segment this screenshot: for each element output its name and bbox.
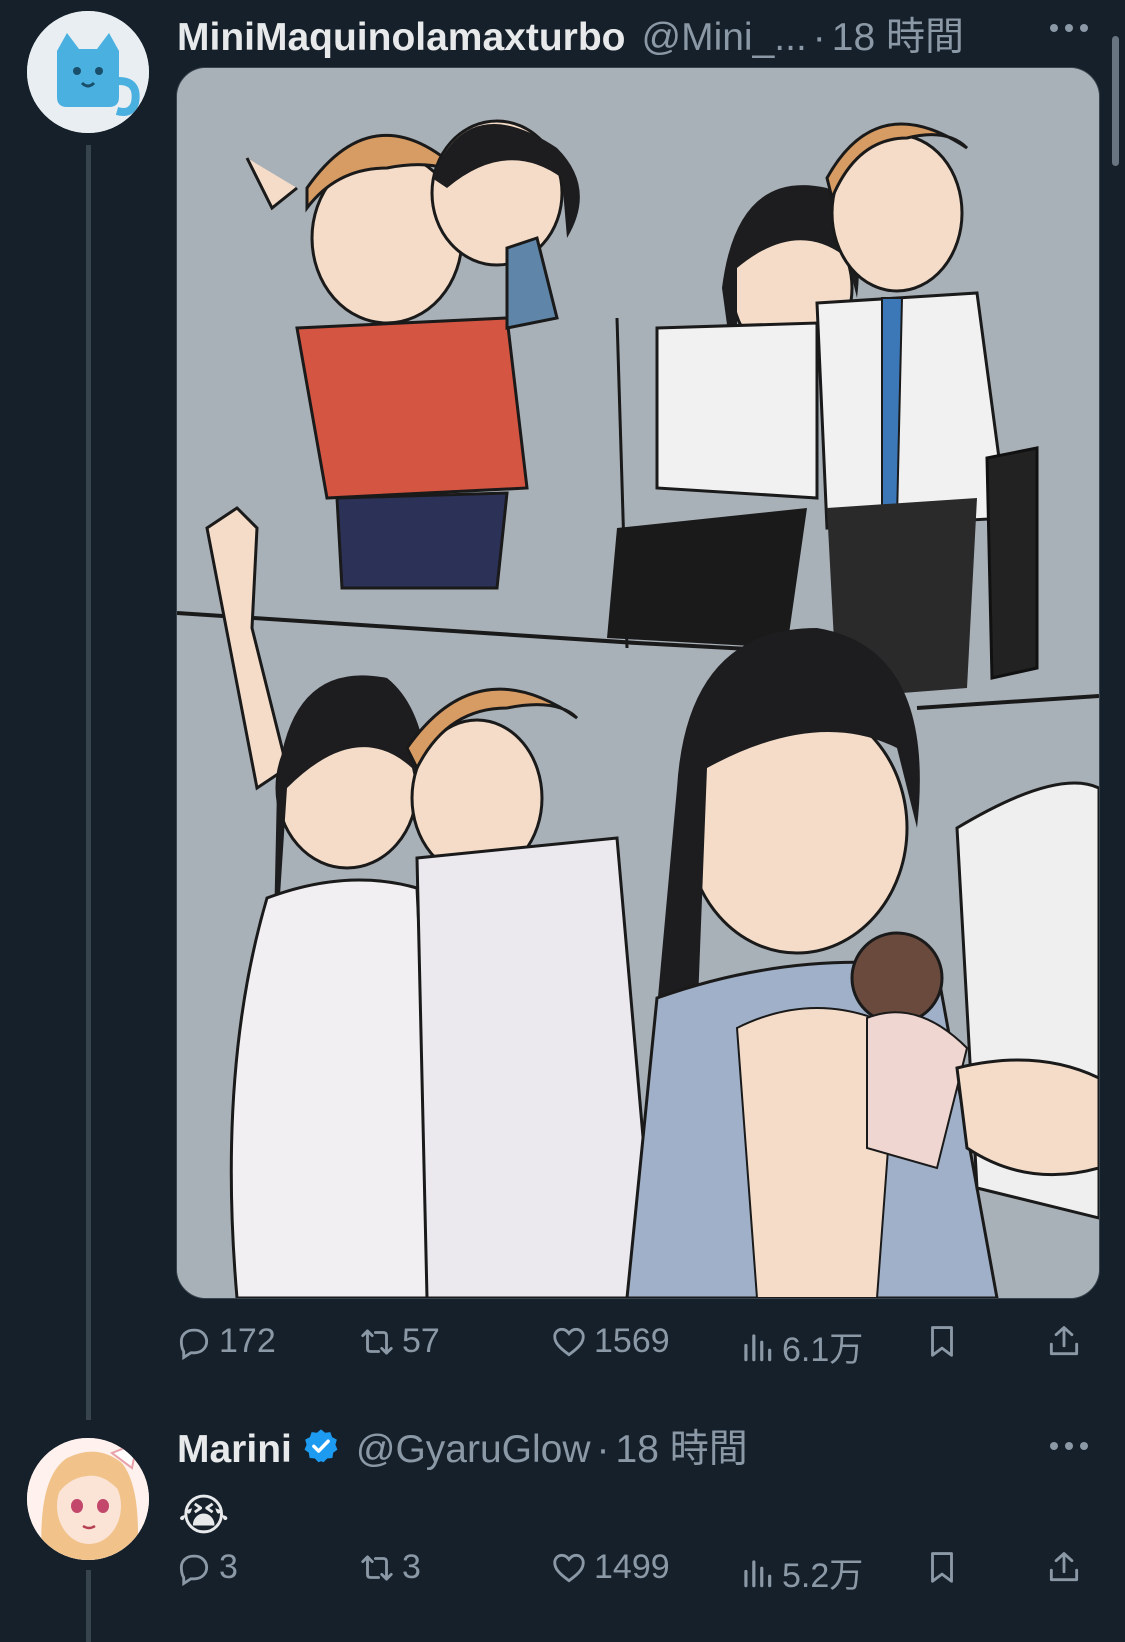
handle[interactable]: @GyaruGlow — [356, 1428, 591, 1472]
like-button[interactable]: 1499 — [550, 1548, 670, 1587]
retweet-count: 3 — [402, 1548, 421, 1586]
like-icon — [553, 1327, 585, 1356]
reply-button[interactable]: 172 — [175, 1322, 276, 1361]
tweet-header: Marini @GyaruGlow · 18 時間 — [177, 1418, 748, 1474]
display-name[interactable]: MiniMaquinolamaxturbo — [177, 16, 626, 60]
tweet-1[interactable]: MiniMaquinolamaxturbo @Mini_... · 18 時間 — [0, 0, 1125, 1420]
verified-badge-icon — [304, 1429, 338, 1463]
timestamp[interactable]: 18 時間 — [616, 1418, 748, 1474]
reply-icon — [179, 1328, 209, 1360]
avatar-cat-icon[interactable] — [27, 11, 149, 133]
more-icon[interactable] — [1050, 24, 1088, 32]
like-icon — [553, 1553, 585, 1582]
bookmark-icon — [931, 1326, 953, 1357]
bookmark-icon — [931, 1552, 953, 1583]
tweet-text: 😭 — [178, 1491, 230, 1540]
thread-line — [86, 145, 91, 1420]
bookmark-button[interactable] — [923, 1322, 967, 1360]
views-button[interactable]: 5.2万 — [738, 1548, 863, 1597]
share-button[interactable] — [1045, 1322, 1089, 1360]
bookmark-button[interactable] — [923, 1548, 967, 1586]
reply-count: 172 — [219, 1322, 276, 1360]
retweet-icon — [361, 1328, 393, 1355]
share-button[interactable] — [1045, 1548, 1089, 1586]
tweet-actions: 172 57 1569 6.1万 — [175, 1322, 1099, 1372]
timestamp[interactable]: 18 時間 — [832, 6, 964, 62]
tweet-header: MiniMaquinolamaxturbo @Mini_... · 18 時間 — [177, 6, 964, 62]
reply-button[interactable]: 3 — [175, 1548, 238, 1587]
handle[interactable]: @Mini_... — [642, 16, 807, 60]
retweet-button[interactable]: 3 — [358, 1548, 421, 1587]
like-count: 1569 — [594, 1322, 670, 1360]
share-icon — [1049, 1552, 1079, 1582]
retweet-button[interactable]: 57 — [358, 1322, 440, 1361]
thread-line — [86, 1570, 91, 1642]
reply-icon — [179, 1554, 209, 1586]
like-button[interactable]: 1569 — [550, 1322, 670, 1361]
like-count: 1499 — [594, 1548, 670, 1586]
more-icon[interactable] — [1050, 1442, 1088, 1450]
views-count: 5.2万 — [782, 1557, 864, 1595]
tweet-image[interactable] — [176, 67, 1100, 1299]
share-icon — [1049, 1326, 1079, 1356]
separator: · — [596, 1428, 610, 1471]
tweet-actions: 3 3 1499 5.2万 — [175, 1548, 1099, 1598]
reply-count: 3 — [219, 1548, 238, 1586]
views-count: 6.1万 — [782, 1331, 864, 1369]
views-icon — [744, 1333, 772, 1361]
views-button[interactable]: 6.1万 — [738, 1322, 863, 1371]
retweet-count: 57 — [402, 1322, 440, 1360]
retweet-icon — [361, 1554, 393, 1581]
tweet-2[interactable]: Marini @GyaruGlow · 18 時間 😭 3 3 1499 5.2… — [0, 1420, 1125, 1642]
display-name[interactable]: Marini — [177, 1428, 292, 1472]
avatar[interactable] — [27, 1438, 149, 1560]
views-icon — [744, 1559, 772, 1587]
separator: · — [812, 16, 826, 59]
